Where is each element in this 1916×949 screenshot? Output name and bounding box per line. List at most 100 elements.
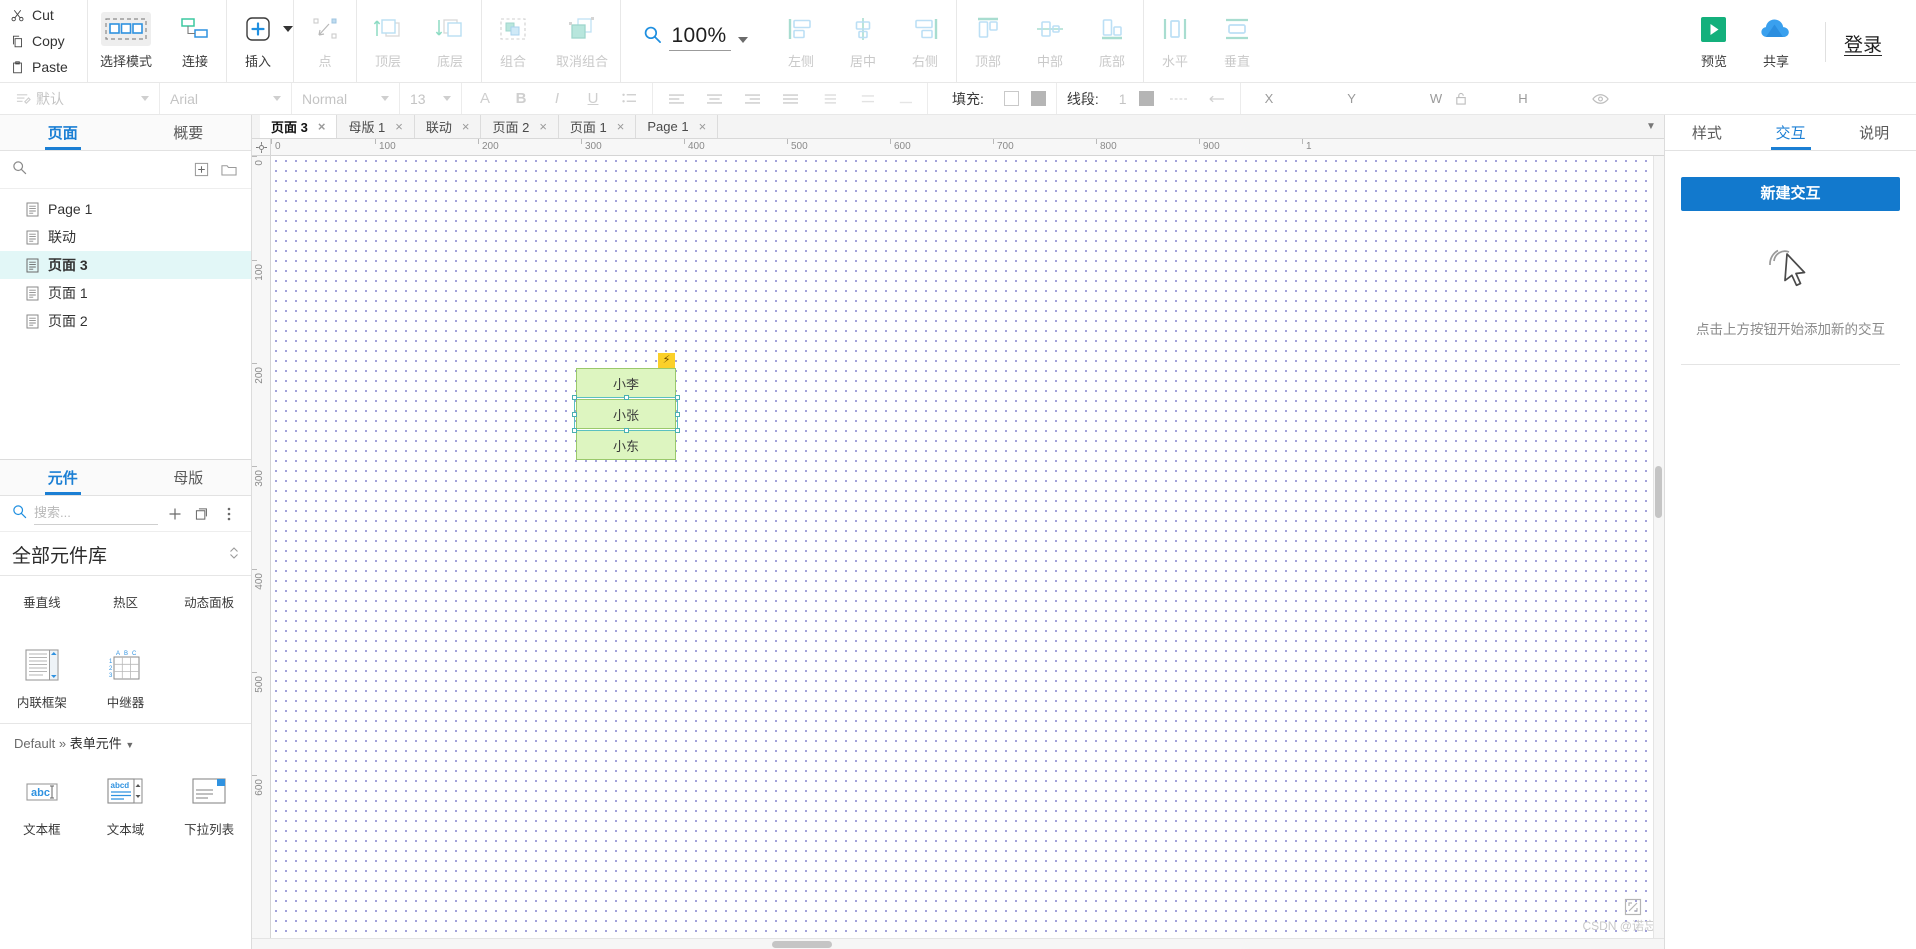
line-width-value[interactable]: 1 (1119, 91, 1127, 107)
paste-button[interactable]: Paste (10, 54, 87, 80)
align-center-button[interactable]: 居中 (832, 8, 894, 70)
widget-inline-frame[interactable]: 内联框架 (0, 637, 84, 719)
line-height-icon[interactable] (815, 86, 841, 112)
send-to-back-button[interactable]: 底层 (419, 8, 481, 70)
tab-style[interactable]: 样式 (1665, 115, 1749, 150)
point-button[interactable]: 点 (294, 8, 356, 70)
lock-icon[interactable] (1448, 86, 1474, 112)
insert-button[interactable]: 插入 (227, 8, 289, 70)
align-middle-button[interactable]: 中部 (1019, 8, 1081, 70)
insert-dropdown-caret[interactable] (283, 26, 293, 32)
italic-icon[interactable]: I (544, 86, 570, 112)
canvas-tab-0[interactable]: 页面 3 × (260, 115, 338, 138)
plus-icon[interactable] (165, 504, 185, 524)
tab-outline[interactable]: 概要 (126, 115, 252, 150)
chevron-down-icon[interactable]: ▼ (1638, 115, 1664, 138)
widget-hotspot[interactable]: 热区 (84, 582, 168, 619)
widget-row-0[interactable]: 小李 (576, 368, 676, 398)
more-options-icon[interactable] (219, 504, 239, 524)
library-title-row[interactable]: 全部元件库 (0, 532, 251, 576)
lightning-bolt-icon[interactable]: ⚡ (658, 353, 675, 368)
align-left-button[interactable]: 左侧 (770, 8, 832, 70)
distribute-horizontal-button[interactable]: 水平 (1144, 8, 1206, 70)
folder-icon[interactable] (219, 160, 239, 180)
widget-row-1[interactable]: 小张 (576, 399, 676, 429)
tab-masters[interactable]: 母版 (126, 460, 252, 495)
align-top-button[interactable]: 顶部 (957, 8, 1019, 70)
font-weight-select[interactable]: Normal (302, 91, 389, 107)
canvas-vertical-thumb[interactable] (1655, 466, 1662, 518)
line-style-icon[interactable] (1166, 86, 1192, 112)
canvas-tab-1[interactable]: 母版 1 × (337, 115, 415, 138)
connect-button[interactable]: 连接 (164, 8, 226, 70)
chevron-expand-icon[interactable] (229, 546, 239, 563)
underline-icon[interactable]: U (580, 86, 606, 112)
align-right-button[interactable]: 右侧 (894, 8, 956, 70)
widget-stack[interactable]: 小李 小张 小东 ⚡ (572, 353, 680, 460)
page-item-4[interactable]: 页面 2 (0, 307, 251, 335)
list-icon[interactable] (616, 86, 642, 112)
preview-button[interactable]: 预览 (1683, 8, 1745, 70)
style-select[interactable]: 默认 (36, 89, 149, 109)
duplicate-icon[interactable] (192, 504, 212, 524)
indent-icon[interactable] (891, 86, 917, 112)
distribute-vertical-button[interactable]: 垂直 (1206, 8, 1268, 70)
fit-screen-icon[interactable] (1624, 898, 1642, 916)
share-button[interactable]: 共享 (1745, 8, 1807, 70)
font-family-select[interactable]: Arial (170, 91, 281, 107)
zoom-control[interactable]: 100% (643, 20, 748, 54)
close-icon[interactable]: × (462, 119, 470, 134)
new-interaction-button[interactable]: 新建交互 (1681, 177, 1900, 211)
zoom-dropdown-caret[interactable] (738, 37, 748, 43)
tab-interactions[interactable]: 交互 (1749, 115, 1833, 150)
canvas-vertical-scrollbar[interactable] (1653, 156, 1664, 938)
tab-notes[interactable]: 说明 (1832, 115, 1916, 150)
page-item-3[interactable]: 页面 1 (0, 279, 251, 307)
signin-button[interactable]: 登录 (1843, 30, 1882, 56)
page-item-1[interactable]: 联动 (0, 223, 251, 251)
widget-text-area[interactable]: abcd 文本域 (84, 764, 168, 846)
arrow-style-icon[interactable] (1204, 86, 1230, 112)
horizontal-ruler-track[interactable]: 0 100 200 300 400 500 600 700 800 900 1 (271, 139, 1664, 155)
align-bottom-button[interactable]: 底部 (1081, 8, 1143, 70)
bring-to-front-button[interactable]: 顶层 (357, 8, 419, 70)
widget-dropdown-list[interactable]: 下拉列表 (167, 764, 251, 846)
font-color-icon[interactable]: A (472, 86, 498, 112)
widget-row-2[interactable]: 小东 (576, 430, 676, 460)
widget-text-field[interactable]: abc 文本框 (0, 764, 84, 846)
tab-widgets[interactable]: 元件 (0, 460, 126, 495)
widget-dynamic-panel[interactable]: 动态面板 (167, 582, 251, 619)
canvas-tab-2[interactable]: 联动 × (414, 115, 482, 138)
outline-swatch[interactable] (1003, 91, 1019, 106)
canvas-horizontal-scrollbar[interactable] (252, 938, 1664, 949)
close-icon[interactable]: × (617, 119, 625, 134)
align-justify-text-icon[interactable] (777, 86, 803, 112)
ruler-origin-icon[interactable] (252, 139, 271, 155)
add-page-icon[interactable] (191, 160, 211, 180)
canvas-horizontal-thumb[interactable] (772, 941, 832, 948)
align-right-text-icon[interactable] (739, 86, 765, 112)
search-icon[interactable] (12, 504, 27, 524)
line-color-icon[interactable] (1138, 91, 1154, 106)
page-item-0[interactable]: Page 1 (0, 195, 251, 223)
close-icon[interactable]: × (318, 119, 326, 134)
select-mode-button[interactable]: 选择模式 (88, 8, 164, 70)
align-center-text-icon[interactable] (701, 86, 727, 112)
tab-pages[interactable]: 页面 (0, 115, 126, 150)
visibility-icon[interactable] (1588, 86, 1614, 112)
solid-swatch[interactable] (1030, 91, 1046, 106)
close-icon[interactable]: × (699, 119, 707, 134)
cut-button[interactable]: Cut (10, 2, 87, 28)
widget-group-header[interactable]: Default » 表单元件 ▼ (0, 723, 251, 754)
copy-button[interactable]: Copy (10, 28, 87, 54)
zoom-value[interactable]: 100% (669, 24, 731, 51)
vertical-ruler[interactable]: 0 100 200 300 400 500 600 (252, 156, 271, 938)
page-item-2[interactable]: 页面 3 (0, 251, 251, 279)
group-button[interactable]: 组合 (482, 8, 544, 70)
canvas-surface[interactable]: 小李 小张 小东 ⚡ CSDN @诺忘 (271, 156, 1664, 938)
widgets-search-input[interactable]: 搜索... (34, 502, 158, 525)
canvas-tab-3[interactable]: 页面 2 × (481, 115, 559, 138)
canvas-tab-4[interactable]: 页面 1 × (558, 115, 637, 138)
font-size-select[interactable]: 13 (410, 91, 451, 107)
align-left-text-icon[interactable] (663, 86, 689, 112)
